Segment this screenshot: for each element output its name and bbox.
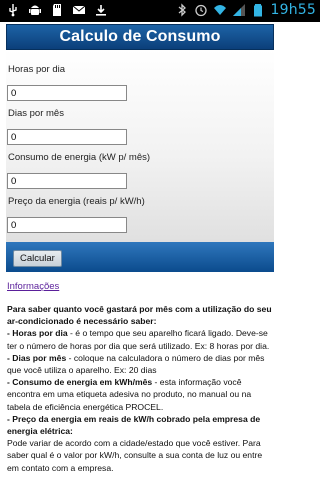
info-days: - Dias por mês - coloque na calculadora … — [7, 352, 265, 376]
info-hours: - Horas por dia - é o tempo que seu apar… — [7, 328, 270, 351]
action-bar: Calcular — [6, 242, 274, 272]
hours-per-day-field: Horas por dia — [6, 64, 274, 101]
info-intro: Para saber quanto você gastará por mês c… — [7, 304, 272, 327]
battery-icon — [251, 3, 265, 17]
days-per-month-label: Dias por mês — [8, 108, 64, 119]
download-icon — [94, 3, 108, 17]
usb-icon — [6, 3, 20, 17]
info-consumption: - Consumo de energia em kWh/mês - esta i… — [7, 377, 252, 412]
hours-per-day-input[interactable] — [7, 85, 127, 101]
bluetooth-icon — [175, 3, 189, 17]
energy-price-input[interactable] — [7, 217, 127, 233]
energy-consumption-label: Consumo de energia (kW p/ mês) — [8, 152, 151, 163]
energy-consumption-field: Consumo de energia (kW p/ mês) — [6, 152, 274, 189]
hours-per-day-label: Horas por dia — [8, 64, 66, 75]
info-text: Para saber quanto você gastará por mês c… — [6, 303, 274, 474]
email-icon — [72, 3, 86, 17]
energy-price-label: Preço da energia (reais p/ kW/h) — [8, 196, 145, 207]
android-icon — [28, 3, 42, 17]
wifi-icon — [213, 3, 227, 17]
clock-time: 19h55 — [270, 2, 316, 18]
page-header: Calculo de Consumo — [6, 24, 274, 50]
days-per-month-field: Dias por mês — [6, 108, 274, 145]
informacoes-link[interactable]: Informações — [7, 281, 59, 292]
alarm-icon — [194, 3, 208, 17]
energy-price-field: Preço da energia (reais p/ kW/h) — [6, 196, 274, 233]
info-price-text: Pode variar de acordo com a cidade/estad… — [7, 438, 263, 473]
status-bar: 19h55 — [0, 0, 320, 22]
calculate-button[interactable]: Calcular — [13, 250, 62, 267]
consumption-form: Horas por dia Dias por mês Consumo de en… — [6, 50, 274, 242]
calculator-page: Calculo de Consumo Horas por dia Dias po… — [6, 24, 274, 480]
page-title: Calculo de Consumo — [59, 28, 221, 45]
info-price-title: - Preço da energia em reais de kW/h cobr… — [7, 413, 261, 437]
energy-consumption-input[interactable] — [7, 173, 127, 189]
signal-icon — [232, 3, 246, 17]
days-per-month-input[interactable] — [7, 129, 127, 145]
sdcard-icon — [50, 3, 64, 17]
